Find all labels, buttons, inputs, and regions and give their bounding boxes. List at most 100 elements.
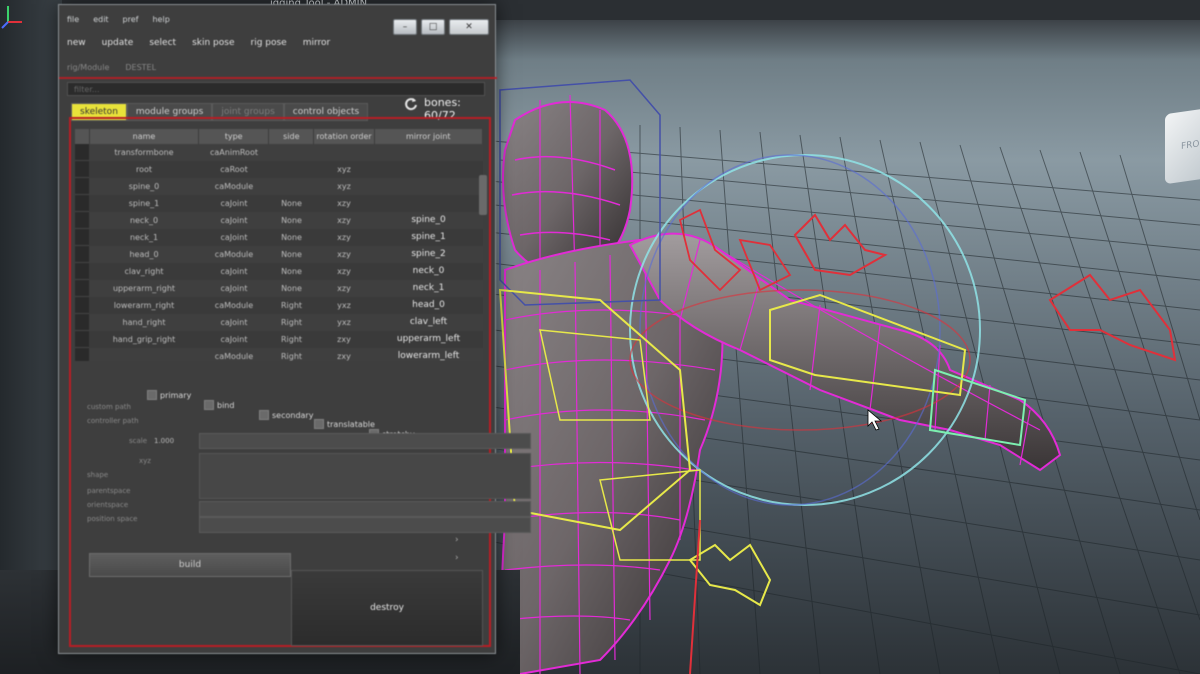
menu-edit[interactable]: edit [93, 15, 108, 24]
view-cube[interactable]: FRONT [1165, 105, 1200, 185]
top-tabs: rig/Module DESTEL [67, 63, 156, 72]
table-cell: hand_right [122, 318, 166, 327]
bind-label: bind [217, 400, 235, 410]
toolbar-mirror[interactable]: mirror [303, 38, 331, 48]
table-cell: xyz [337, 182, 351, 191]
table-cell: None [281, 199, 302, 208]
table-cell: xyz [337, 165, 351, 174]
table-cell: upperarm_left [396, 334, 461, 344]
table-cell: zxy [337, 352, 351, 361]
maximize-button[interactable]: □ [421, 19, 445, 35]
table-cell: caJoint [220, 267, 248, 276]
scale-value[interactable]: 1.000 [154, 437, 174, 445]
table-row[interactable]: lowerarm_right caModule Right yxz head_0 [75, 297, 483, 314]
option-secondary[interactable]: secondary [259, 410, 313, 420]
option-translatable[interactable]: translatable [314, 419, 375, 429]
toolbar-update[interactable]: update [102, 38, 134, 48]
scale-field[interactable] [199, 433, 531, 449]
table-cell [75, 314, 89, 331]
table-cell: caJoint [220, 199, 248, 208]
red-divider [59, 77, 497, 79]
table-cell: caModule [214, 301, 254, 310]
tool-toolbar: new update select skin pose rig pose mir… [67, 38, 330, 48]
filter-input[interactable]: filter... [67, 82, 485, 96]
table-row[interactable]: caModule Right zxy lowerarm_left [75, 348, 483, 361]
table-cell: caRoot [220, 165, 248, 174]
table-row[interactable]: spine_0 caModule xyz [75, 178, 483, 195]
position-space-field[interactable] [199, 517, 531, 533]
col-type[interactable]: type [199, 129, 270, 144]
primary-checkbox[interactable] [147, 390, 157, 400]
table-cell: caModule [214, 182, 254, 191]
expand-arrow-icon-2[interactable]: › [455, 553, 459, 563]
table-cell: spine_0 [128, 182, 160, 191]
table-cell: neck_0 [412, 266, 445, 276]
menu-help[interactable]: help [152, 15, 169, 24]
table-cell [374, 178, 483, 195]
toolbar-rig-pose[interactable]: rig pose [251, 38, 287, 48]
build-button[interactable]: build [89, 553, 291, 577]
table-cell: root [135, 165, 153, 174]
table-cell: caJoint [220, 284, 248, 293]
toolbar-select[interactable]: select [149, 38, 176, 48]
table-cell: xzy [337, 250, 351, 259]
table-cell: Right [280, 318, 303, 327]
table-cell: spine_0 [411, 215, 446, 225]
menu-file[interactable]: file [67, 15, 79, 24]
destroy-button[interactable]: destroy [291, 570, 483, 646]
table-row[interactable]: neck_1 caJoint None xzy spine_1 [75, 229, 483, 246]
table-row[interactable]: hand_right caJoint Right yxz clav_left [75, 314, 483, 331]
col-mirror-joint[interactable]: mirror joint [374, 129, 483, 144]
translatable-label: translatable [327, 419, 375, 429]
label-shape: shape [87, 471, 109, 479]
tab-rig-module[interactable]: rig/Module [67, 63, 109, 72]
shape-field[interactable] [199, 453, 531, 499]
col-side[interactable]: side [269, 129, 315, 144]
label-controller-path: controller path [87, 417, 139, 425]
table-cell: spine_2 [411, 249, 446, 259]
tab-destel[interactable]: DESTEL [125, 63, 156, 72]
secondary-checkbox[interactable] [259, 410, 269, 420]
table-cell: clav_left [409, 317, 448, 327]
table-cell: lowerarm_left [397, 351, 460, 361]
menu-pref[interactable]: pref [123, 15, 139, 24]
axis-gizmo-icon [1, 6, 22, 29]
table-row[interactable]: root caRoot xyz [75, 161, 483, 178]
toolbar-new[interactable]: new [67, 38, 86, 48]
option-bind[interactable]: bind [204, 400, 234, 410]
close-button[interactable]: ✕ [449, 19, 489, 35]
table-cell: neck_1 [129, 233, 159, 242]
toolbar-skin-pose[interactable]: skin pose [192, 38, 234, 48]
orientspace-field[interactable] [199, 501, 531, 517]
table-row[interactable]: spine_1 caJoint None xzy [75, 195, 483, 212]
table-cell: xzy [337, 216, 351, 225]
expand-arrow-icon[interactable]: › [455, 535, 459, 545]
table-cell: head_0 [129, 250, 159, 259]
minimize-button[interactable]: – [393, 19, 417, 35]
skeleton-table[interactable]: name type side rotation order mirror joi… [75, 129, 483, 361]
table-row[interactable]: head_0 caModule None xzy spine_2 [75, 246, 483, 263]
table-cell [374, 161, 483, 178]
table-cell [89, 348, 199, 361]
table-cell: None [281, 284, 302, 293]
col-rotation-order[interactable]: rotation order [314, 129, 375, 144]
bind-checkbox[interactable] [204, 400, 214, 410]
table-cell [374, 144, 483, 161]
table-row[interactable]: clav_right caJoint None xzy neck_0 [75, 263, 483, 280]
option-primary[interactable]: primary [147, 390, 191, 400]
table-row[interactable]: hand_grip_right caJoint Right zxy upperarm_l… [75, 331, 483, 348]
table-row[interactable]: transformbone caAnimRoot [75, 144, 483, 161]
table-cell [75, 178, 89, 195]
table-cell: caJoint [220, 216, 248, 225]
translatable-checkbox[interactable] [314, 419, 324, 429]
table-row[interactable]: upperarm_right caJoint None xzy neck_1 [75, 280, 483, 297]
table-cell: Right [280, 352, 303, 361]
table-cell: caAnimRoot [210, 148, 258, 157]
refresh-icon[interactable] [404, 97, 418, 111]
col-name[interactable]: name [89, 129, 200, 144]
table-cell: spine_1 [128, 199, 160, 208]
table-cell [75, 348, 89, 361]
rigging-tool-window[interactable]: file edit pref help – □ ✕ new update sel… [58, 4, 531, 654]
table-scrollbar[interactable] [479, 175, 487, 215]
table-row[interactable]: neck_0 caJoint None xzy spine_0 [75, 212, 483, 229]
